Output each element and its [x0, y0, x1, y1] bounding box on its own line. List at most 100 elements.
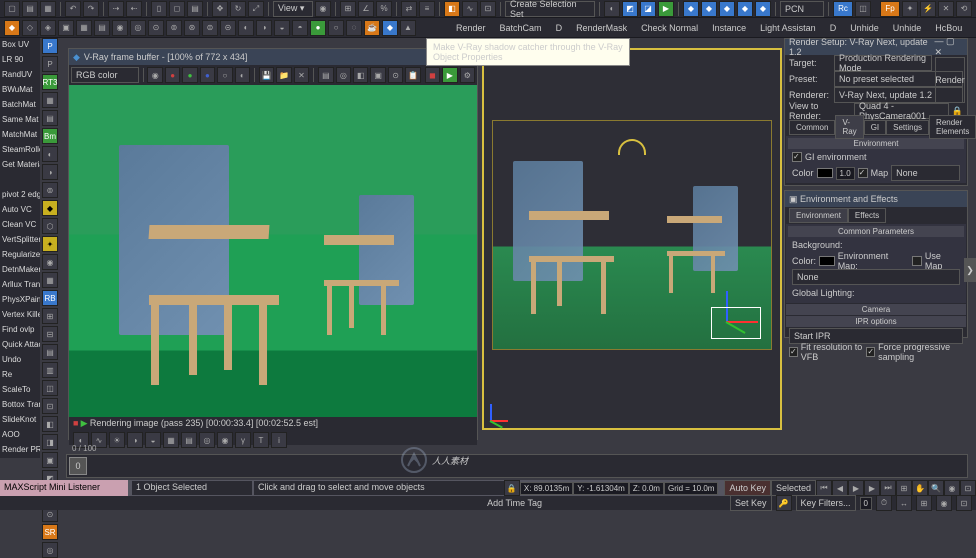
tool-boxuv[interactable]: Box UV: [0, 38, 40, 53]
vray-e-icon[interactable]: ◆: [755, 1, 771, 17]
tab-effects[interactable]: Effects: [848, 208, 886, 223]
t2-p-icon[interactable]: ◒: [274, 20, 290, 36]
material-editor-icon[interactable]: ◐: [604, 1, 620, 17]
move-icon[interactable]: ✥: [212, 1, 228, 17]
menu-unhide2[interactable]: Unhide: [887, 23, 928, 33]
t2-l-icon[interactable]: ⊜: [202, 20, 218, 36]
tool-steamroller[interactable]: SteamRoller: [0, 143, 40, 158]
li-19-icon[interactable]: ◫: [42, 380, 58, 396]
vfb-stamp-icon[interactable]: T: [253, 432, 269, 448]
tool-scaleto[interactable]: ScaleTo: [0, 383, 40, 398]
vfb-exp-icon[interactable]: ☀: [109, 432, 125, 448]
align-icon[interactable]: ≡: [419, 1, 435, 17]
select-icon[interactable]: ▯: [151, 1, 167, 17]
ref-coord-dropdown[interactable]: View ▾: [273, 1, 313, 17]
vfb-save-icon[interactable]: 💾: [259, 67, 274, 83]
prev-frame-icon[interactable]: ◀: [832, 480, 848, 496]
tool-physx[interactable]: PhysXPainter: [0, 293, 40, 308]
ipr-rollout[interactable]: IPR options: [786, 316, 966, 327]
t2-n-icon[interactable]: ◐: [238, 20, 254, 36]
vfb-r-icon[interactable]: ●: [165, 67, 180, 83]
t2-i-icon[interactable]: ⊙: [148, 20, 164, 36]
vfb-clear-icon[interactable]: ✕: [294, 67, 309, 83]
t2-d-icon[interactable]: ▣: [58, 20, 74, 36]
menu-hcbou[interactable]: HcBou: [929, 23, 968, 33]
vfb-lut-icon[interactable]: ▤: [181, 432, 197, 448]
li-2-icon[interactable]: RT3: [42, 74, 58, 90]
vfb-lens-icon[interactable]: ◎: [336, 67, 351, 83]
menu-lightassist[interactable]: Light Assistan: [754, 23, 822, 33]
li-23-icon[interactable]: ▣: [42, 452, 58, 468]
lock-selection-icon[interactable]: 🔒: [504, 480, 520, 496]
tool-lr90[interactable]: LR 90: [0, 53, 40, 68]
li-14-icon[interactable]: RB: [42, 290, 58, 306]
li-8-icon[interactable]: ⊚: [42, 182, 58, 198]
t2-t-icon[interactable]: ◌: [346, 20, 362, 36]
setkey-button[interactable]: Set Key: [730, 495, 772, 511]
tool-autovc[interactable]: Auto VC: [0, 203, 40, 218]
menu-instance[interactable]: Instance: [706, 23, 752, 33]
layer-icon[interactable]: ◧: [444, 1, 460, 17]
tool-vertsplitter[interactable]: VertSplitter: [0, 233, 40, 248]
menu-d2[interactable]: D: [824, 23, 843, 33]
t2-a-icon[interactable]: ◆: [4, 20, 20, 36]
menu-unhide[interactable]: Unhide: [844, 23, 885, 33]
tool-regularize[interactable]: Regularize: [0, 248, 40, 263]
vfb-ocio-icon[interactable]: ◎: [199, 432, 215, 448]
vfb-mono-icon[interactable]: ◐: [235, 67, 250, 83]
vfb-titlebar[interactable]: ◆ V-Ray frame buffer - [100% of 772 x 43…: [69, 49, 477, 65]
li-13-icon[interactable]: ▦: [42, 272, 58, 288]
frame-field[interactable]: 0: [860, 497, 872, 510]
tab-gi[interactable]: GI: [864, 120, 886, 135]
nav-e-icon[interactable]: ⊡: [960, 480, 976, 496]
vp-b-icon[interactable]: ⊞: [916, 495, 932, 511]
li-15-icon[interactable]: ⊞: [42, 308, 58, 324]
perspective-viewport[interactable]: [482, 48, 782, 430]
li-4-icon[interactable]: ▤: [42, 110, 58, 126]
maxscript-listener[interactable]: MAXScript Mini Listener: [0, 480, 128, 496]
add-time-tag[interactable]: Add Time Tag: [487, 498, 542, 508]
menu-d1[interactable]: D: [550, 23, 569, 33]
schematic-icon[interactable]: ⊡: [480, 1, 496, 17]
link-icon[interactable]: ⇢: [108, 1, 124, 17]
menu-checknormal[interactable]: Check Normal: [635, 23, 704, 33]
tool-detnmaker[interactable]: DetnMaker: [0, 263, 40, 278]
nav-b-icon[interactable]: ✋: [912, 480, 928, 496]
li-28-icon[interactable]: ◎: [42, 542, 58, 558]
li-0-icon[interactable]: P: [42, 38, 58, 54]
common-params-head[interactable]: Common Parameters: [788, 226, 964, 237]
angle-snap-icon[interactable]: ∠: [358, 1, 374, 17]
li-21-icon[interactable]: ◧: [42, 416, 58, 432]
render-button[interactable]: Render: [935, 57, 965, 103]
t2-u-icon[interactable]: ◆: [382, 20, 398, 36]
vfb-render-icon[interactable]: ▶: [442, 67, 457, 83]
render-frame-icon[interactable]: ◪: [640, 1, 656, 17]
vfb-load-icon[interactable]: 📁: [276, 67, 291, 83]
envmap-slot[interactable]: None: [792, 269, 960, 285]
vray-b-icon[interactable]: ◆: [701, 1, 717, 17]
li-3-icon[interactable]: ▦: [42, 92, 58, 108]
selected-filter[interactable]: Selected: [771, 480, 816, 496]
tool-quickattach[interactable]: Quick Attach: [0, 338, 40, 353]
menu-render[interactable]: Render: [450, 23, 492, 33]
key-icon[interactable]: 🔑: [776, 495, 792, 511]
env-map-slot[interactable]: None: [891, 165, 960, 181]
t2-v-icon[interactable]: ▲: [400, 20, 416, 36]
t2-e-icon[interactable]: ▦: [76, 20, 92, 36]
li-27-icon[interactable]: SR: [42, 524, 58, 540]
t2-g-icon[interactable]: ◉: [112, 20, 128, 36]
render-icon[interactable]: ▶: [658, 1, 674, 17]
redo-icon[interactable]: ↷: [83, 1, 99, 17]
nav-a-icon[interactable]: ⊞: [896, 480, 912, 496]
timeline-slider[interactable]: 0: [66, 454, 968, 478]
time-slider-thumb[interactable]: 0: [69, 457, 87, 475]
window-controls[interactable]: — ▢ ✕: [935, 36, 963, 58]
bg-color-swatch[interactable]: [819, 256, 835, 266]
select-rect-icon[interactable]: ◻: [169, 1, 185, 17]
select-name-icon[interactable]: ▤: [187, 1, 203, 17]
tool-aoo[interactable]: AOO: [0, 428, 40, 443]
t2-k-icon[interactable]: ⊛: [184, 20, 200, 36]
force-check[interactable]: [866, 347, 875, 357]
vfb-history-icon[interactable]: ▤: [318, 67, 333, 83]
li-1-icon[interactable]: P: [42, 56, 58, 72]
